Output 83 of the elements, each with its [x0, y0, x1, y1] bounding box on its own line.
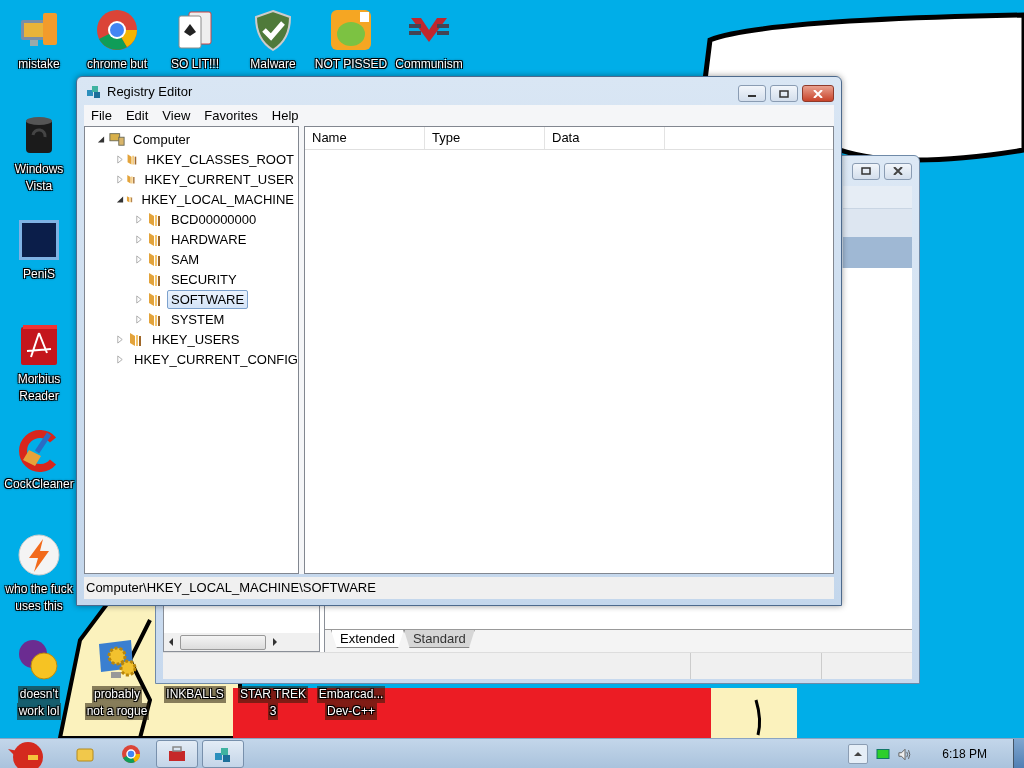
folder-icon — [147, 211, 163, 227]
tree-item[interactable]: HKEY_CURRENT_USER — [140, 169, 298, 189]
header-band — [843, 208, 912, 237]
column-header[interactable]: Name — [305, 127, 425, 149]
tree-item[interactable]: HKEY_CURRENT_CONFIG — [130, 349, 302, 369]
show-desktop-button[interactable] — [1013, 739, 1024, 768]
expand-arrow-icon[interactable] — [116, 334, 124, 344]
horizontal-scrollbar[interactable] — [164, 633, 319, 651]
taskbar-button[interactable] — [202, 740, 244, 768]
collapse-arrow-icon[interactable] — [97, 134, 105, 144]
desktop-icon-label[interactable]: INKBALLS — [164, 686, 226, 703]
network-icon[interactable] — [876, 747, 891, 761]
expand-arrow-icon[interactable] — [135, 214, 143, 224]
folder-icon — [147, 291, 163, 307]
window-title: Registry Editor — [107, 83, 194, 99]
app-tile-icon[interactable] — [17, 218, 61, 262]
desktop-icon-label[interactable]: probably — [92, 686, 142, 703]
expand-arrow-icon[interactable] — [135, 294, 143, 304]
desktop-icon-label[interactable]: Embarcad... — [316, 686, 386, 703]
toolbox-icon — [167, 744, 187, 764]
folder-icon — [147, 231, 163, 247]
maximize-icon — [861, 167, 871, 175]
tree-item[interactable]: Computer — [129, 129, 195, 149]
folder-icon — [128, 331, 144, 347]
browser-icon — [121, 744, 141, 764]
game-icon[interactable] — [329, 8, 373, 52]
folder-icon — [147, 271, 163, 287]
maximize-button[interactable] — [770, 85, 798, 102]
computer-icon — [109, 131, 125, 147]
expand-arrow-icon[interactable] — [135, 254, 143, 264]
speaker-icon[interactable] — [898, 747, 913, 761]
menu-item[interactable]: Help — [264, 107, 306, 123]
tab[interactable]: Standard — [403, 630, 475, 648]
menu-item[interactable]: Edit — [118, 107, 156, 123]
minimize-button[interactable] — [738, 85, 766, 102]
menu-item[interactable]: View — [155, 107, 198, 123]
status-bar: Computer\HKEY_LOCAL_MACHINE\SOFTWARE — [84, 577, 834, 599]
column-header[interactable]: Type — [425, 127, 545, 149]
right-arrow-icon[interactable] — [272, 638, 278, 646]
expand-arrow-icon[interactable] — [135, 234, 143, 244]
chat-icon[interactable] — [17, 638, 61, 682]
column-header[interactable]: Data — [545, 127, 665, 149]
desktop-icon-label[interactable]: 3 — [267, 703, 279, 720]
expand-arrow-icon[interactable] — [116, 154, 124, 164]
start-button[interactable] — [6, 739, 46, 768]
tree-item[interactable]: SOFTWARE — [167, 289, 249, 309]
scroll-thumb[interactable] — [180, 634, 266, 650]
tree-item[interactable]: SAM — [167, 249, 204, 269]
cubes-icon — [86, 83, 102, 99]
maximize-icon — [779, 89, 789, 98]
folder-icon — [147, 251, 163, 267]
tree-item[interactable]: SYSTEM — [167, 309, 229, 329]
close-icon — [813, 89, 823, 98]
close-icon — [893, 167, 903, 175]
tree-item[interactable]: HARDWARE — [167, 229, 251, 249]
tree-item[interactable]: HKEY_CLASSES_ROOT — [142, 149, 298, 169]
tab[interactable]: Extended — [331, 630, 404, 648]
menu-item[interactable]: Favorites — [197, 107, 265, 123]
tree-item[interactable]: BCD00000000 — [167, 209, 261, 229]
clock[interactable]: 6:18 PM — [942, 747, 987, 761]
taskbar-button[interactable] — [156, 740, 198, 768]
expand-arrow-icon[interactable] — [116, 354, 124, 364]
up-arrow-icon — [853, 750, 864, 758]
folder-icon — [147, 311, 163, 327]
desktop-icon-label[interactable]: Dev-C++ — [325, 703, 377, 720]
close-button[interactable] — [802, 85, 834, 102]
close-button[interactable] — [884, 162, 912, 180]
expand-arrow-icon[interactable] — [135, 314, 143, 324]
left-arrow-icon[interactable] — [168, 638, 174, 646]
desktop-icon-label[interactable]: doesn't — [17, 686, 61, 703]
toolbar — [843, 186, 912, 208]
tree-item[interactable]: SECURITY — [167, 269, 241, 289]
expand-arrow-icon[interactable] — [116, 174, 124, 184]
maximize-button[interactable] — [852, 162, 880, 180]
menu-item[interactable]: File — [84, 107, 119, 123]
browser-icon[interactable] — [95, 8, 139, 52]
desktop-icon-label[interactable]: STAR TREK — [237, 686, 309, 703]
collapse-arrow-icon[interactable] — [116, 194, 124, 204]
desktop-icon-label[interactable]: work lol — [16, 703, 62, 720]
lightning-icon[interactable] — [17, 533, 61, 577]
show-hidden-icons-button[interactable] — [848, 744, 869, 764]
tree-item[interactable]: HKEY_LOCAL_MACHINE — [137, 189, 298, 209]
tree-item[interactable]: HKEY_USERS — [148, 329, 244, 349]
